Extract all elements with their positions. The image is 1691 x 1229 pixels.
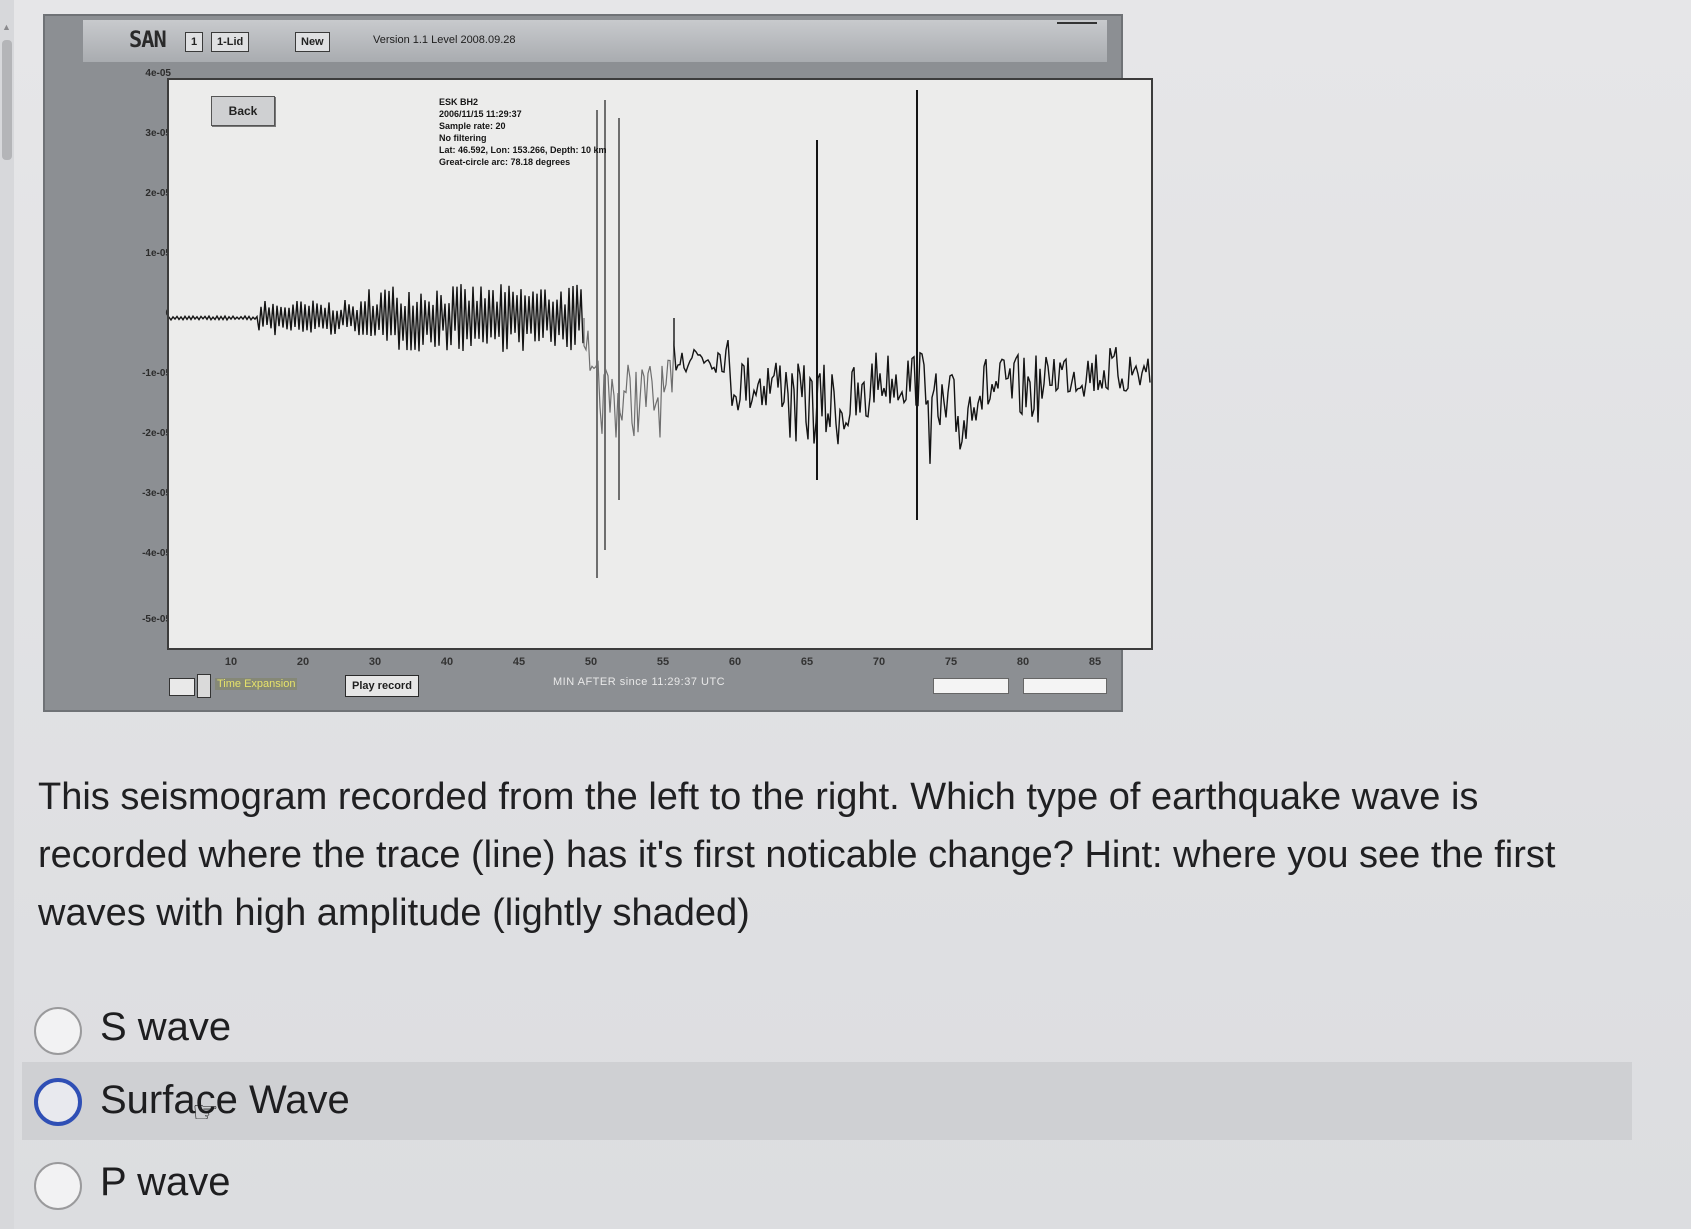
station-info-line: ESK BH2 [439,97,479,107]
station-info: ESK BH2 2006/11/15 11:29:37 Sample rate:… [439,96,607,168]
y-tick-label: -3e-05 [142,488,171,499]
program-version: Version 1.1 Level 2008.09.28 [373,34,516,46]
minutes-after-label: MIN AFTER since 11:29:37 UTC [553,676,726,688]
y-tick-label: -2e-05 [142,428,171,439]
seismogram-trace-svg [169,90,1151,578]
title-button-1: 1 [185,32,204,52]
y-tick-label: 1e-05 [145,248,171,259]
x-tick-label: 50 [584,656,598,668]
seismogram-image: SAN 1 1-Lid New Version 1.1 Level 2008.0… [43,14,1153,712]
answer-option-p-wave[interactable]: P wave [22,1148,1632,1226]
option-label[interactable]: P wave [100,1160,230,1205]
station-info-line: Sample rate: 20 [439,121,506,131]
x-tick-label: 40 [440,656,454,668]
title-dash [1057,22,1097,24]
readout-field [933,678,1009,694]
option-label[interactable]: Surface Wave [100,1078,350,1123]
station-info-line: Lat: 46.592, Lon: 153.266, Depth: 10 km [439,145,607,155]
seismogram-trace [673,318,1151,464]
x-tick-label: 75 [944,656,958,668]
station-info-line: Great-circle arc: 78.18 degrees [439,157,571,167]
answer-option-surface-wave[interactable]: Surface Wave [22,1062,1632,1140]
time-expansion-stepper [197,674,211,698]
radio-button[interactable] [34,1007,82,1055]
seismogram-plot: Back ESK BH2 2006/11/15 11:29:37 Sample … [167,78,1153,650]
x-tick-label: 85 [1088,656,1102,668]
station-info-line: No filtering [439,133,487,143]
radio-button[interactable] [34,1078,82,1126]
back-button: Back [211,96,275,126]
y-tick-label: 0 [89,308,171,319]
y-tick-label: 3e-05 [145,128,171,139]
seismogram-trace [169,284,584,352]
x-tick-label: 55 [656,656,670,668]
page-scrollbar[interactable]: ▲ [0,0,14,1229]
scroll-up-icon[interactable]: ▲ [2,22,11,32]
title-button-new: New [295,32,330,52]
y-tick-label: -5e-05 [142,614,171,625]
x-tick-label: 80 [1016,656,1030,668]
x-tick-label: 20 [296,656,310,668]
readout-field [1023,678,1107,694]
station-info-line: 2006/11/15 11:29:37 [439,109,522,119]
radio-button[interactable] [34,1162,82,1210]
x-tick-label: 45 [512,656,526,668]
answer-option-s-wave[interactable]: S wave [22,993,1632,1071]
scrollbar-thumb[interactable] [2,40,12,160]
x-tick-label: 60 [728,656,742,668]
y-tick-label: -4e-05 [142,548,171,559]
x-tick-label: 70 [872,656,886,668]
title-button-lid: 1-Lid [211,32,250,52]
hand-cursor-icon: ☞ [192,1096,219,1129]
time-expansion-toggle [169,678,195,696]
x-tick-label: 65 [800,656,814,668]
question-text: This seismogram recorded from the left t… [38,776,1556,934]
play-record-button: Play record [345,675,419,697]
x-tick-label: 10 [224,656,238,668]
time-expansion-label: Time Expansion [215,678,298,690]
y-tick-label: 4e-05 [145,68,171,79]
y-tick-label: 2e-05 [145,188,171,199]
option-label[interactable]: S wave [100,1005,231,1050]
x-tick-label: 30 [368,656,382,668]
program-logo: SAN [129,28,167,53]
program-titlebar: SAN 1 1-Lid New Version 1.1 Level 2008.0… [83,20,1107,62]
y-tick-label: -1e-05 [142,368,171,379]
